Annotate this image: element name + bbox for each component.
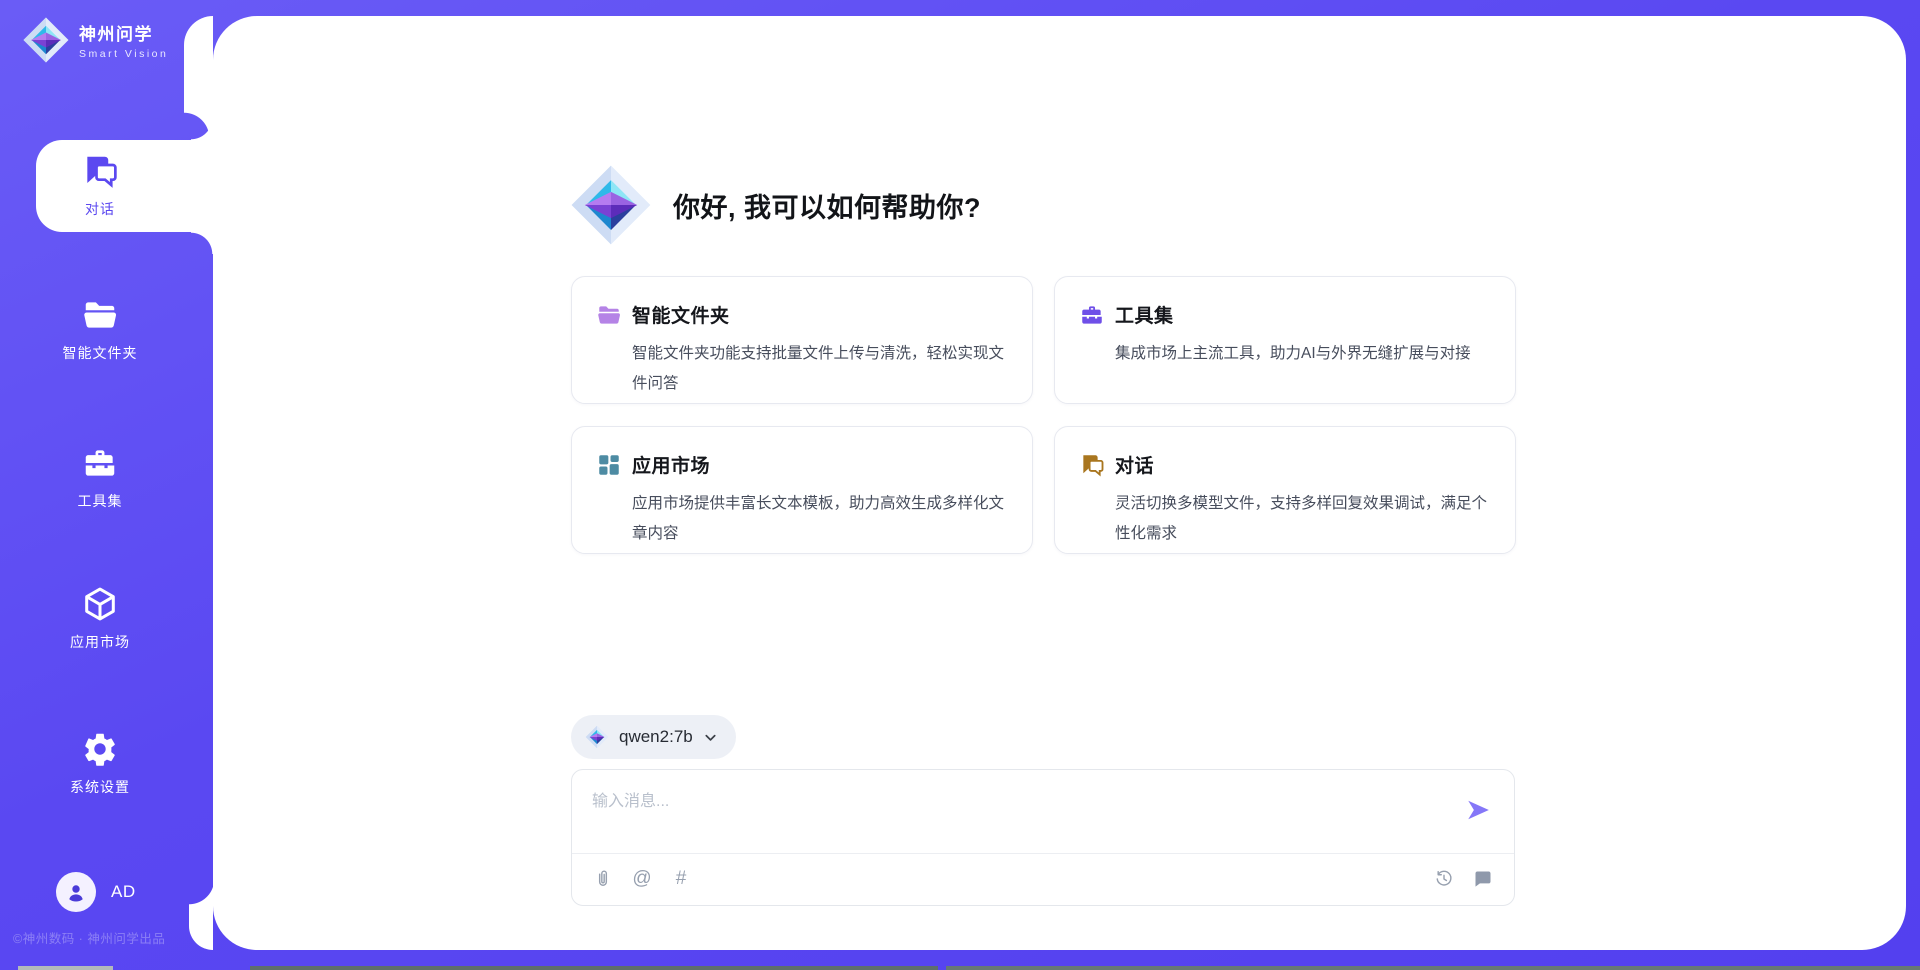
card-title: 应用市场	[632, 451, 710, 478]
history-icon	[1434, 869, 1454, 889]
chat-icon	[81, 152, 119, 190]
topic-button[interactable]: #	[670, 868, 692, 890]
card-title: 工具集	[1115, 301, 1174, 328]
chat-square-icon	[1473, 869, 1493, 889]
card-title: 对话	[1115, 451, 1154, 478]
chevron-down-icon	[703, 730, 718, 745]
model-selector[interactable]: qwen2:7b	[571, 715, 736, 759]
send-button[interactable]	[1462, 794, 1494, 826]
model-name: qwen2:7b	[619, 727, 693, 747]
card-description: 智能文件夹功能支持批量文件上传与清洗，轻松实现文件问答	[632, 339, 1008, 399]
card-description: 灵活切换多模型文件，支持多样回复效果调试，满足个性化需求	[1115, 489, 1491, 549]
panel-flare-top	[184, 16, 213, 112]
user-account[interactable]: AD	[56, 872, 136, 912]
folder-icon	[81, 296, 119, 334]
panel-flare-bottom-curve	[189, 879, 213, 905]
cube-icon	[81, 585, 119, 623]
card-smart-folder[interactable]: 智能文件夹 智能文件夹功能支持批量文件上传与清洗，轻松实现文件问答	[571, 276, 1033, 404]
greeting-hero: 你好, 我可以如何帮助你?	[569, 163, 981, 247]
hero-gem-icon	[569, 163, 653, 247]
paperclip-icon	[593, 869, 613, 889]
card-app-market[interactable]: 应用市场 应用市场提供丰富长文本模板，助力高效生成多样化文章内容	[571, 426, 1033, 554]
history-button[interactable]	[1433, 868, 1455, 890]
card-chat[interactable]: 对话 灵活切换多模型文件，支持多样回复效果调试，满足个性化需求	[1054, 426, 1516, 554]
toolbox-icon	[81, 444, 119, 482]
avatar	[56, 872, 96, 912]
sidebar-footer: ©神州数码 · 神州问学出品	[13, 928, 165, 947]
person-icon	[64, 880, 88, 904]
message-input[interactable]	[572, 770, 1432, 846]
sidebar-item-label: 工具集	[78, 491, 123, 511]
toolbox-icon	[1079, 302, 1105, 328]
brand-gem-icon	[22, 16, 70, 64]
sidebar-item-app-market[interactable]: 应用市场	[0, 585, 200, 652]
chat-icon	[1079, 452, 1105, 478]
card-description: 应用市场提供丰富长文本模板，助力高效生成多样化文章内容	[632, 489, 1008, 549]
card-title: 智能文件夹	[632, 301, 730, 328]
user-initials: AD	[111, 882, 136, 902]
sidebar: 神州问学 Smart Vision 对话 智能文件夹 工具集 应用市场 系统设置	[0, 0, 213, 970]
sidebar-item-label: 智能文件夹	[63, 343, 138, 363]
sidebar-item-label: 对话	[85, 199, 115, 219]
brand-name: 神州问学	[79, 20, 168, 45]
sidebar-item-chat[interactable]: 对话	[0, 152, 200, 219]
card-description: 集成市场上主流工具，助力AI与外界无缝扩展与对接	[1115, 339, 1491, 369]
hash-icon: #	[676, 868, 687, 890]
gear-icon	[81, 730, 119, 768]
feature-cards: 智能文件夹 智能文件夹功能支持批量文件上传与清洗，轻松实现文件问答 工具集 集成…	[571, 276, 1519, 554]
sidebar-item-toolset[interactable]: 工具集	[0, 444, 200, 511]
composer-toolbar: @ #	[572, 853, 1514, 905]
main-panel: 你好, 我可以如何帮助你? 智能文件夹 智能文件夹功能支持批量文件上传与清洗，轻…	[213, 16, 1906, 950]
folder-icon	[596, 302, 622, 328]
at-icon: @	[632, 868, 651, 890]
attach-button[interactable]	[592, 868, 614, 890]
new-chat-button[interactable]	[1472, 868, 1494, 890]
bottom-edge-strip	[250, 966, 938, 970]
brand-logo: 神州问学 Smart Vision	[22, 16, 168, 64]
grid-icon	[596, 452, 622, 478]
send-icon	[1465, 797, 1491, 823]
sidebar-item-settings[interactable]: 系统设置	[0, 730, 200, 797]
message-composer: @ #	[571, 769, 1515, 906]
greeting-title: 你好, 我可以如何帮助你?	[673, 186, 981, 225]
sidebar-item-label: 应用市场	[70, 632, 130, 652]
mention-button[interactable]: @	[631, 868, 653, 890]
sidebar-item-label: 系统设置	[70, 777, 130, 797]
sidebar-item-smart-folder[interactable]: 智能文件夹	[0, 296, 200, 363]
card-toolset[interactable]: 工具集 集成市场上主流工具，助力AI与外界无缝扩展与对接	[1054, 276, 1516, 404]
model-gem-icon	[585, 725, 609, 749]
bottom-edge-strip	[946, 966, 1920, 970]
bottom-edge-strip	[18, 966, 113, 970]
brand-subtitle: Smart Vision	[79, 48, 168, 60]
